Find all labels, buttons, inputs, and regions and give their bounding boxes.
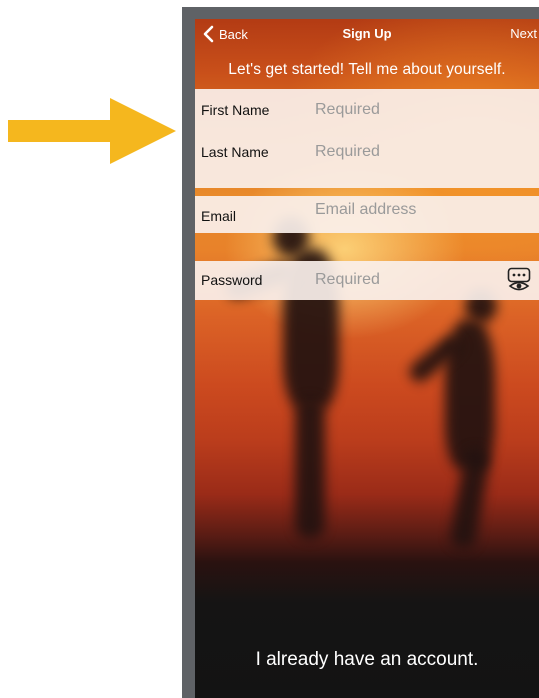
password-label: Password	[201, 272, 263, 288]
first-name-row: First Name	[195, 93, 539, 127]
name-field-group: First Name Last Name	[195, 89, 539, 188]
email-label: Email	[201, 208, 237, 224]
next-button[interactable]: Next	[510, 26, 537, 41]
last-name-row: Last Name	[195, 135, 539, 169]
first-name-label: First Name	[201, 102, 270, 118]
email-input[interactable]	[315, 197, 495, 223]
signup-screen: Back Sign Up Next Let's get started! Tel…	[195, 19, 539, 698]
intro-text: Let's get started! Tell me about yoursel…	[228, 61, 506, 78]
show-password-eye-icon[interactable]	[507, 267, 531, 293]
last-name-label: Last Name	[201, 144, 269, 160]
first-name-input[interactable]	[315, 97, 495, 123]
password-input[interactable]	[315, 267, 495, 293]
page: Back Sign Up Next Let's get started! Tel…	[0, 0, 539, 698]
navigation-bar: Back Sign Up Next	[195, 19, 539, 49]
background-silhouette	[295, 399, 325, 539]
password-field-group: Password	[195, 261, 539, 300]
pointer-arrow-icon	[8, 98, 176, 164]
email-row: Email	[195, 197, 539, 231]
password-row: Password	[195, 263, 539, 297]
last-name-input[interactable]	[315, 139, 495, 165]
page-title: Sign Up	[342, 26, 392, 41]
existing-account-link[interactable]: I already have an account.	[195, 649, 539, 671]
email-field-group: Email	[195, 196, 539, 233]
